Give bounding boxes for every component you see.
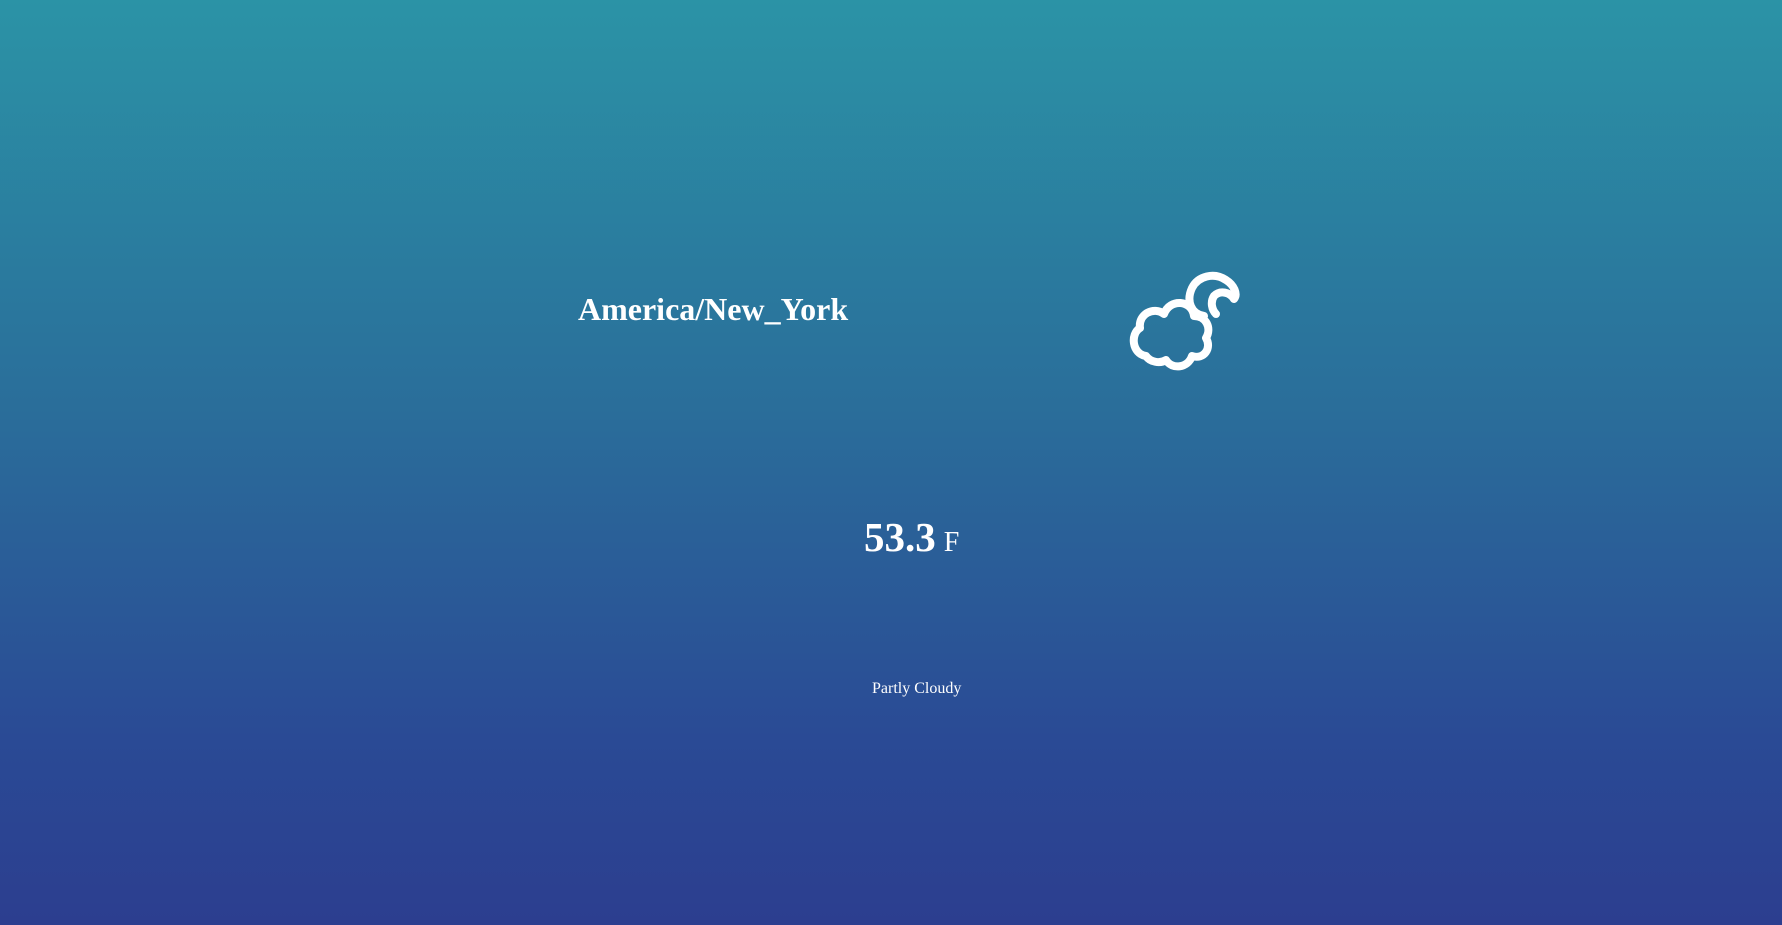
temperature-unit: F bbox=[943, 527, 960, 558]
location-timezone: America/New_York bbox=[578, 291, 849, 327]
partly-cloudy-night-icon bbox=[1129, 271, 1240, 371]
temperature-value: 53.3 bbox=[864, 514, 936, 560]
weather-summary: Partly Cloudy bbox=[872, 680, 962, 697]
temperature-display: 53.3 F bbox=[864, 517, 959, 558]
